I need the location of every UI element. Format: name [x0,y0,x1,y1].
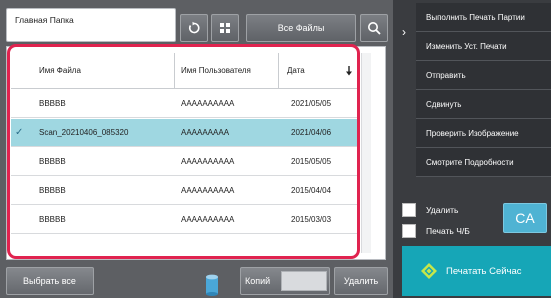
ca-button[interactable]: CA [503,203,547,233]
cell-user-name: AAAAAAAAAA [181,186,235,195]
grid-view-button[interactable] [211,14,239,42]
grid-view-icon [220,23,230,33]
search-icon [368,22,381,35]
print-now-button[interactable]: Печатать Сейчас [402,246,551,296]
cell-date: 2015/05/05 [291,157,332,166]
bw-print-option[interactable]: Печать Ч/Б [402,222,497,240]
action-change-print-settings[interactable]: Изменить Уст. Печати [416,32,551,61]
cell-date: 2015/04/04 [291,186,332,195]
cell-date: 2021/05/05 [291,99,332,108]
file-list: Имя Файла Имя Пользователя Дата BBBBB AA… [6,46,386,260]
file-list-header: Имя Файла Имя Пользователя Дата [11,53,357,89]
storage-cylinder-icon [206,274,218,296]
cell-user-name: AAAAAAAAAA [181,157,235,166]
action-move[interactable]: Сдвинуть [416,90,551,119]
refresh-button[interactable] [180,14,208,42]
cell-file-name: BBBBB [39,99,66,108]
action-batch-print[interactable]: Выполнить Печать Партии [416,3,551,32]
list-scrollbar[interactable] [361,53,371,253]
select-all-button[interactable]: Выбрать все [6,267,94,295]
copies-label: Копий [245,276,271,286]
chevron-right-icon[interactable]: › [396,20,412,44]
delete-button[interactable]: Удалить [334,267,388,295]
checkmark-icon: ✓ [15,127,24,138]
column-user-name[interactable]: Имя Пользователя [175,53,279,88]
bw-print-label: Печать Ч/Б [426,226,470,236]
copies-input[interactable] [281,271,327,291]
folder-title: Главная Папка [6,8,176,42]
print-now-label: Печатать Сейчас [446,265,522,277]
delete-option-label: Удалить [426,205,459,215]
table-row[interactable]: BBBBB AAAAAAAAAA 2015/03/03 [11,206,357,234]
action-view-details[interactable]: Смотрите Подробности [416,148,551,177]
table-row-selected[interactable]: ✓ Scan_20210406_085320 AAAAAAAAA 2021/04… [11,119,357,147]
cell-date: 2015/03/03 [291,215,332,224]
cell-user-name: AAAAAAAAA [181,128,230,137]
cell-date: 2021/04/06 [291,128,332,137]
sort-down-icon [346,65,352,75]
table-row[interactable]: BBBBB AAAAAAAAAA 2015/05/05 [11,148,357,176]
table-row[interactable]: BBBBB AAAAAAAAAA 2021/05/05 [11,90,357,118]
delete-checkbox[interactable] [402,203,416,217]
table-row[interactable]: BBBBB AAAAAAAAAA 2015/04/04 [11,177,357,205]
column-date-label: Дата [287,66,305,75]
cell-file-name: BBBBB [39,215,66,224]
search-button[interactable] [360,14,388,42]
cell-user-name: AAAAAAAAAA [181,99,235,108]
action-send[interactable]: Отправить [416,61,551,90]
bw-print-checkbox[interactable] [402,224,416,238]
start-diamond-icon [421,263,437,279]
cell-file-name: Scan_20210406_085320 [39,128,129,137]
delete-option[interactable]: Удалить [402,201,497,219]
all-files-button[interactable]: Все Файлы [246,14,356,42]
column-file-name[interactable]: Имя Файла [11,53,175,88]
file-list-screen: Главная Папка Все Файлы Имя Файла Имя По… [0,0,393,298]
cell-file-name: BBBBB [39,157,66,166]
cell-file-name: BBBBB [39,186,66,195]
refresh-icon [189,21,200,34]
action-check-image[interactable]: Проверить Изображение [416,119,551,148]
column-date[interactable]: Дата [279,53,357,88]
cell-user-name: AAAAAAAAAA [181,215,235,224]
